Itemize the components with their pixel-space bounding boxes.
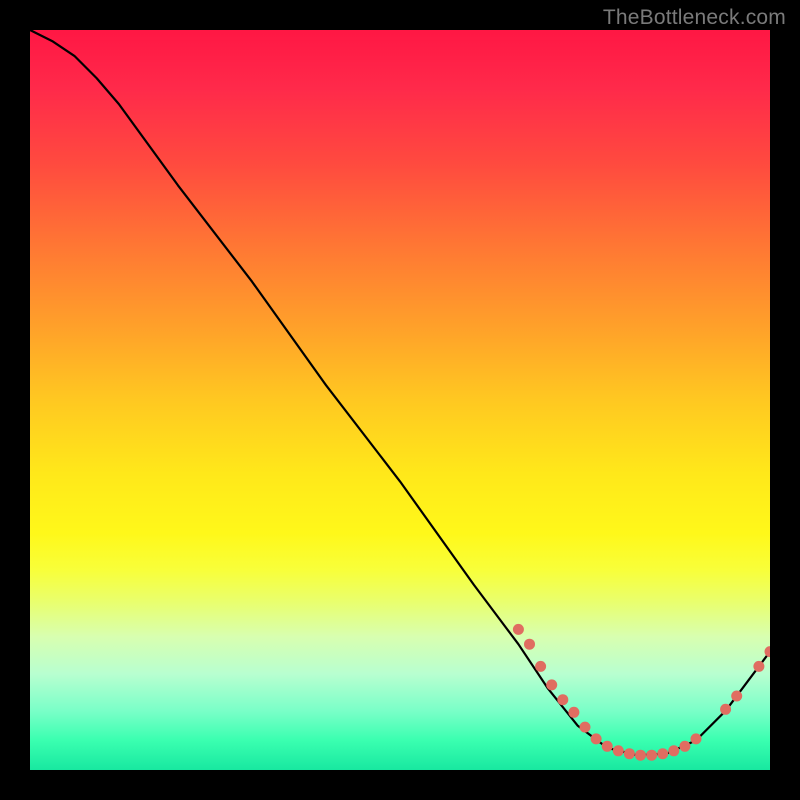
data-dot bbox=[546, 679, 557, 690]
data-dot bbox=[524, 639, 535, 650]
data-dot bbox=[668, 745, 679, 756]
data-dot bbox=[635, 750, 646, 761]
bottleneck-curve bbox=[30, 30, 770, 755]
data-dot bbox=[720, 704, 731, 715]
data-dot bbox=[765, 646, 771, 657]
data-dot bbox=[535, 661, 546, 672]
watermark-text: TheBottleneck.com bbox=[603, 6, 786, 30]
data-dot bbox=[613, 745, 624, 756]
data-dot bbox=[691, 733, 702, 744]
data-dot bbox=[580, 722, 591, 733]
chart-svg bbox=[30, 30, 770, 770]
data-dot bbox=[753, 661, 764, 672]
data-dot bbox=[624, 748, 635, 759]
data-dot bbox=[513, 624, 524, 635]
data-dot bbox=[602, 741, 613, 752]
data-dot bbox=[679, 741, 690, 752]
data-dot bbox=[557, 694, 568, 705]
data-dot bbox=[591, 733, 602, 744]
chart-plot-area bbox=[30, 30, 770, 770]
data-dot bbox=[646, 750, 657, 761]
data-dot bbox=[657, 748, 668, 759]
data-dot bbox=[731, 691, 742, 702]
data-dot bbox=[568, 707, 579, 718]
